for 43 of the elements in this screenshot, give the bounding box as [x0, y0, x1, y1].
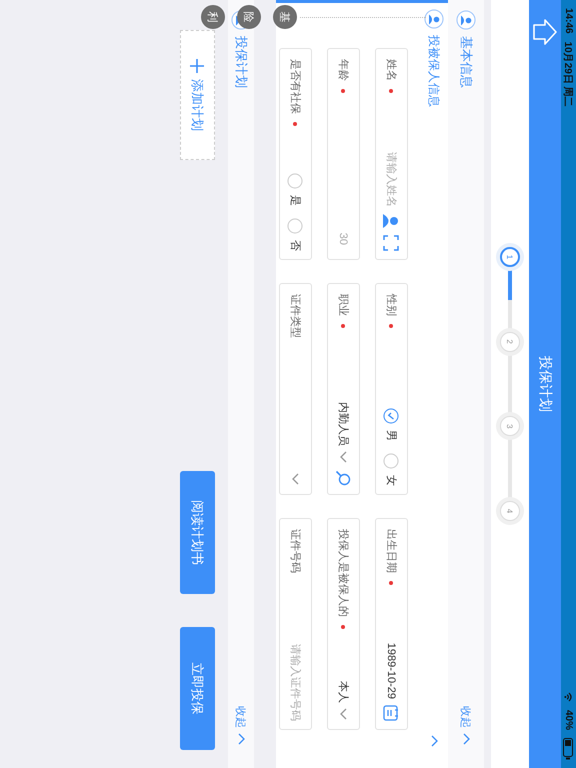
collapse-link[interactable]: 收起	[458, 706, 474, 746]
plus-icon	[190, 59, 204, 73]
radio-option[interactable]: 否	[288, 218, 304, 251]
field-label: 投保人是被保人的	[336, 529, 350, 617]
search-icon[interactable]	[336, 470, 352, 486]
field-label: 出生日期	[384, 529, 398, 573]
radio-option[interactable]: 男	[384, 408, 400, 441]
action-button[interactable]: 阅读计划书	[180, 471, 215, 594]
battery-icon	[564, 738, 574, 760]
dropdown[interactable]: 本人	[336, 681, 351, 721]
side-nav-bubble[interactable]: 利	[201, 5, 225, 29]
field-label: 是否有社保	[288, 59, 302, 114]
person-icon	[456, 10, 476, 30]
field-label: 职业	[336, 294, 350, 316]
field-label: 性别	[384, 294, 398, 316]
section-title: 基本信息	[458, 36, 475, 88]
radio-option[interactable]: 女	[384, 453, 400, 486]
field-label: 证件类型	[288, 294, 302, 338]
action-button[interactable]: 立即投保	[180, 627, 215, 750]
add-plan-button[interactable]: 添加计划	[180, 30, 215, 160]
field-value: 30	[338, 232, 350, 245]
collapse-link[interactable]: 收起	[234, 706, 248, 746]
field-label: 年龄	[336, 59, 350, 81]
calendar-icon[interactable]	[384, 705, 400, 721]
person-icon	[424, 9, 444, 29]
person-icon[interactable]	[384, 213, 400, 229]
date-value[interactable]: 1989-10-29	[386, 642, 398, 699]
scan-icon[interactable]	[384, 235, 400, 251]
input-field[interactable]: 请输入证件号码	[290, 579, 302, 721]
radio-option[interactable]: 是	[288, 173, 304, 206]
home-icon[interactable]	[532, 18, 558, 46]
page-title: 投保计划	[538, 356, 554, 412]
section-title: 投保计划	[233, 36, 250, 88]
battery-percent: 40%	[563, 710, 574, 730]
field-label: 证件号码	[288, 529, 302, 573]
status-date: 10月29日 周二	[562, 42, 574, 107]
wifi-icon	[564, 692, 572, 702]
input-field[interactable]: 请输入姓名	[386, 99, 398, 207]
field-label: 姓名	[384, 59, 398, 81]
side-nav-bubble[interactable]: 险	[237, 5, 261, 29]
status-time: 14:46	[563, 8, 574, 34]
subsection-title: 投被保人信息	[426, 35, 442, 107]
dropdown[interactable]: 内勤人员	[336, 402, 351, 464]
